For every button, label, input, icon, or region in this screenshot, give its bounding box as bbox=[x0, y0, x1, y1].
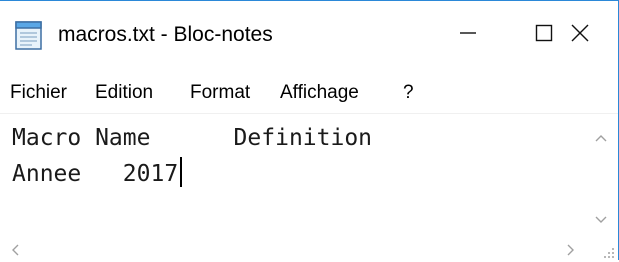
chevron-right-icon[interactable] bbox=[566, 242, 576, 261]
close-icon bbox=[571, 24, 589, 42]
menu-help[interactable]: ? bbox=[403, 82, 414, 104]
menu-edition[interactable]: Edition bbox=[95, 82, 153, 104]
notepad-icon[interactable] bbox=[14, 18, 44, 50]
chevron-down-icon[interactable] bbox=[594, 210, 608, 229]
minimize-icon bbox=[460, 32, 476, 34]
menu-affichage[interactable]: Affichage bbox=[280, 82, 359, 104]
chevron-left-icon[interactable] bbox=[10, 242, 20, 261]
vertical-scrollbar[interactable] bbox=[584, 114, 618, 234]
horizontal-scrollbar[interactable] bbox=[0, 234, 584, 262]
text-caret bbox=[180, 157, 183, 187]
document-text[interactable]: Macro Name Definition Annee 2017 bbox=[12, 120, 572, 240]
minimize-button[interactable] bbox=[430, 1, 506, 65]
menu-fichier[interactable]: Fichier bbox=[10, 82, 67, 104]
document-line: Annee 2017 bbox=[12, 161, 179, 187]
document-line-with-caret: Annee 2017 bbox=[12, 156, 572, 192]
close-button[interactable] bbox=[542, 1, 618, 65]
window-title: macros.txt - Bloc-notes bbox=[58, 23, 273, 46]
menu-format[interactable]: Format bbox=[190, 82, 250, 104]
document-line: Macro Name Definition bbox=[12, 125, 373, 151]
size-grip-icon[interactable] bbox=[584, 234, 618, 262]
chevron-up-icon[interactable] bbox=[594, 128, 608, 147]
notepad-window: macros.txt - Bloc-notes Fichier Edition … bbox=[0, 0, 619, 262]
menu-bar: Fichier Edition Format Affichage ? bbox=[0, 73, 618, 113]
text-editor[interactable]: Macro Name Definition Annee 2017 bbox=[0, 113, 618, 262]
title-bar[interactable]: macros.txt - Bloc-notes bbox=[0, 1, 618, 65]
